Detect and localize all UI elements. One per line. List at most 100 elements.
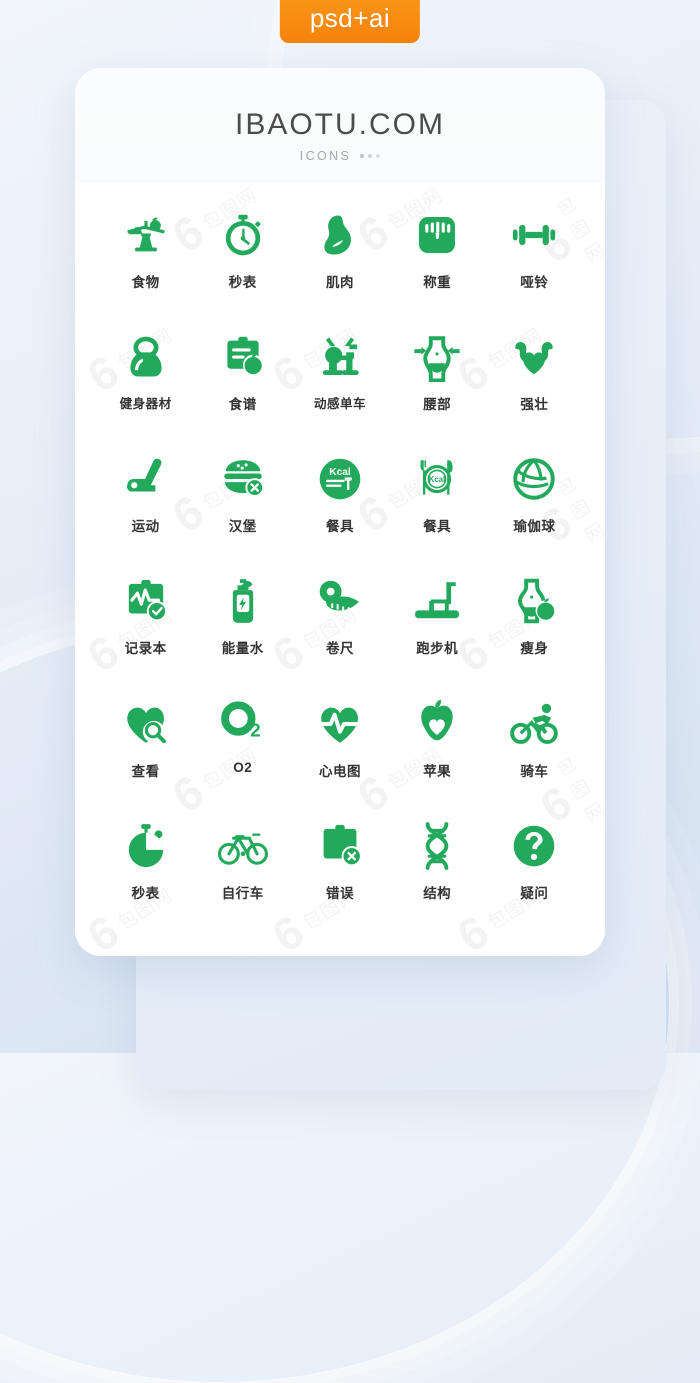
page-subtitle: ICONS [75, 149, 605, 163]
cyclist-icon [508, 698, 560, 750]
icon-label: 查看 [131, 763, 160, 779]
icon-label: 称重 [423, 275, 452, 290]
stopwatch-filled-icon [120, 820, 172, 872]
icon-cell-dna-structure[interactable]: 结构 [389, 808, 486, 930]
icon-cell-bicycle[interactable]: 自行车 [194, 808, 291, 930]
stopwatch-outline-icon [217, 209, 269, 261]
icon-cell-food-balance-scale[interactable]: 食物 [97, 197, 194, 319]
icon-cell-kettlebell[interactable]: 健身器材 [97, 319, 194, 441]
exercise-step-icon [120, 453, 172, 505]
icon-label: 瘦身 [520, 641, 549, 657]
icon-cell-clipboard-error[interactable]: 错误 [291, 808, 388, 930]
energy-drink-bottle-icon [217, 575, 269, 627]
icon-label: 骑车 [520, 763, 549, 779]
icon-label: 肌肉 [325, 275, 354, 290]
page-title: IBAOTU.COM [234, 108, 445, 141]
icon-cell-dumbbell[interactable]: 哑铃 [486, 197, 583, 319]
muscle-arm-icon [314, 209, 366, 261]
kcal-circle-fork-icon: Kcal [314, 453, 366, 505]
icon-label: 错误 [325, 885, 354, 901]
icon-label: 腰部 [423, 397, 452, 413]
heart-ecg-icon [314, 698, 366, 750]
treadmill-icon [411, 575, 463, 627]
icon-label: 自行车 [221, 885, 264, 901]
svg-text:Kcal: Kcal [329, 467, 351, 478]
icon-cell-energy-drink-bottle[interactable]: 能量水 [194, 563, 291, 685]
icon-label: 秒表 [228, 275, 257, 290]
icon-label: O2 [233, 759, 253, 775]
icon-label: 能量水 [221, 641, 264, 657]
icon-cell-measuring-tape[interactable]: 卷尺 [291, 563, 388, 685]
icon-cell-apple-heart[interactable]: 苹果 [389, 686, 486, 808]
apple-heart-icon [411, 698, 463, 750]
icon-cell-exercise-step[interactable]: 运动 [97, 441, 194, 563]
icon-label: 汉堡 [228, 519, 257, 535]
icon-cell-record-notebook-check[interactable]: 记录本 [97, 563, 194, 685]
measuring-tape-icon [314, 575, 366, 627]
icon-cell-slimming-body-apple[interactable]: 瘦身 [486, 563, 583, 685]
icon-cell-stopwatch-outline[interactable]: 秒表 [194, 197, 291, 319]
page-subtitle-text: ICONS [299, 149, 352, 163]
icon-cell-burger-forbidden[interactable]: 汉堡 [194, 441, 291, 563]
icon-cell-spin-bike[interactable]: 动感单车 [291, 319, 388, 441]
svg-text:Kcal: Kcal [429, 475, 445, 484]
strong-heart-arms-icon [508, 331, 560, 383]
spin-bike-icon [314, 331, 366, 383]
icon-cell-question-circle[interactable]: 疑问 [486, 808, 583, 930]
icon-cell-oxygen-o2[interactable]: 2 O2 [194, 686, 291, 808]
icon-cell-strong-heart-arms[interactable]: 强壮 [486, 319, 583, 441]
kcal-plate-cutlery-icon: Kcal [411, 453, 463, 505]
icon-cell-stopwatch-filled[interactable]: 秒表 [97, 808, 194, 930]
icon-label: 运动 [131, 519, 160, 535]
dots-decoration-icon [360, 154, 381, 158]
record-notebook-check-icon [120, 575, 172, 627]
svg-text:2: 2 [250, 719, 260, 740]
icon-label: 记录本 [124, 641, 167, 657]
oxygen-o2-icon: 2 [217, 698, 269, 750]
card-header: IBAOTU.COM ICONS [75, 68, 605, 183]
icon-label: 食谱 [228, 397, 257, 413]
icon-label: 跑步机 [416, 641, 459, 657]
bicycle-icon [217, 820, 269, 872]
icon-label: 卷尺 [325, 641, 354, 657]
weight-scale-icon [411, 209, 463, 261]
kettlebell-icon [120, 331, 172, 383]
icon-label: 结构 [423, 885, 452, 901]
icon-cell-waist-measure[interactable]: 腰部 [389, 319, 486, 441]
icon-label: 动感单车 [313, 397, 366, 412]
icon-label: 餐具 [423, 519, 452, 535]
icon-cell-kcal-plate-cutlery[interactable]: Kcal 餐具 [389, 441, 486, 563]
icon-label: 瑜伽球 [513, 519, 556, 535]
heart-search-icon [120, 698, 172, 750]
dna-structure-icon [411, 820, 463, 872]
icon-cell-recipe-clipboard-apple[interactable]: 食谱 [194, 319, 291, 441]
icon-label: 餐具 [325, 519, 354, 535]
slimming-body-apple-icon [508, 575, 560, 627]
icon-label: 食物 [131, 275, 160, 290]
icon-cell-muscle-arm[interactable]: 肌肉 [291, 197, 388, 319]
icon-label: 疑问 [520, 885, 549, 901]
icon-cell-weight-scale[interactable]: 称重 [389, 197, 486, 319]
yoga-ball-icon [508, 453, 560, 505]
icon-cell-heart-search[interactable]: 查看 [97, 686, 194, 808]
recipe-clipboard-apple-icon [217, 331, 269, 383]
icon-label: 苹果 [423, 763, 452, 779]
question-circle-icon [508, 820, 560, 872]
icon-cell-kcal-circle-fork[interactable]: Kcal 餐具 [291, 441, 388, 563]
icon-label: 心电图 [318, 763, 361, 779]
dumbbell-icon [508, 209, 560, 261]
icon-label: 健身器材 [119, 397, 172, 412]
icon-set-card: IBAOTU.COM ICONS 6包图网6包图网6包图网6包图网6包图网6包图… [75, 68, 605, 956]
icon-cell-cyclist[interactable]: 骑车 [486, 686, 583, 808]
clipboard-error-icon [314, 820, 366, 872]
psd-ai-badge: psd+ai [279, 0, 421, 43]
icon-label: 强壮 [520, 397, 549, 413]
icon-label: 哑铃 [520, 275, 549, 290]
icon-cell-heart-ecg[interactable]: 心电图 [291, 686, 388, 808]
burger-forbidden-icon [217, 453, 269, 505]
icon-cell-yoga-ball[interactable]: 瑜伽球 [486, 441, 583, 563]
waist-measure-icon [411, 331, 463, 383]
icon-cell-treadmill[interactable]: 跑步机 [389, 563, 486, 685]
food-balance-scale-icon [120, 209, 172, 261]
icon-grid: 6包图网6包图网6包图网6包图网6包图网6包图网6包图网6包图网6包图网6包图网… [75, 183, 605, 956]
